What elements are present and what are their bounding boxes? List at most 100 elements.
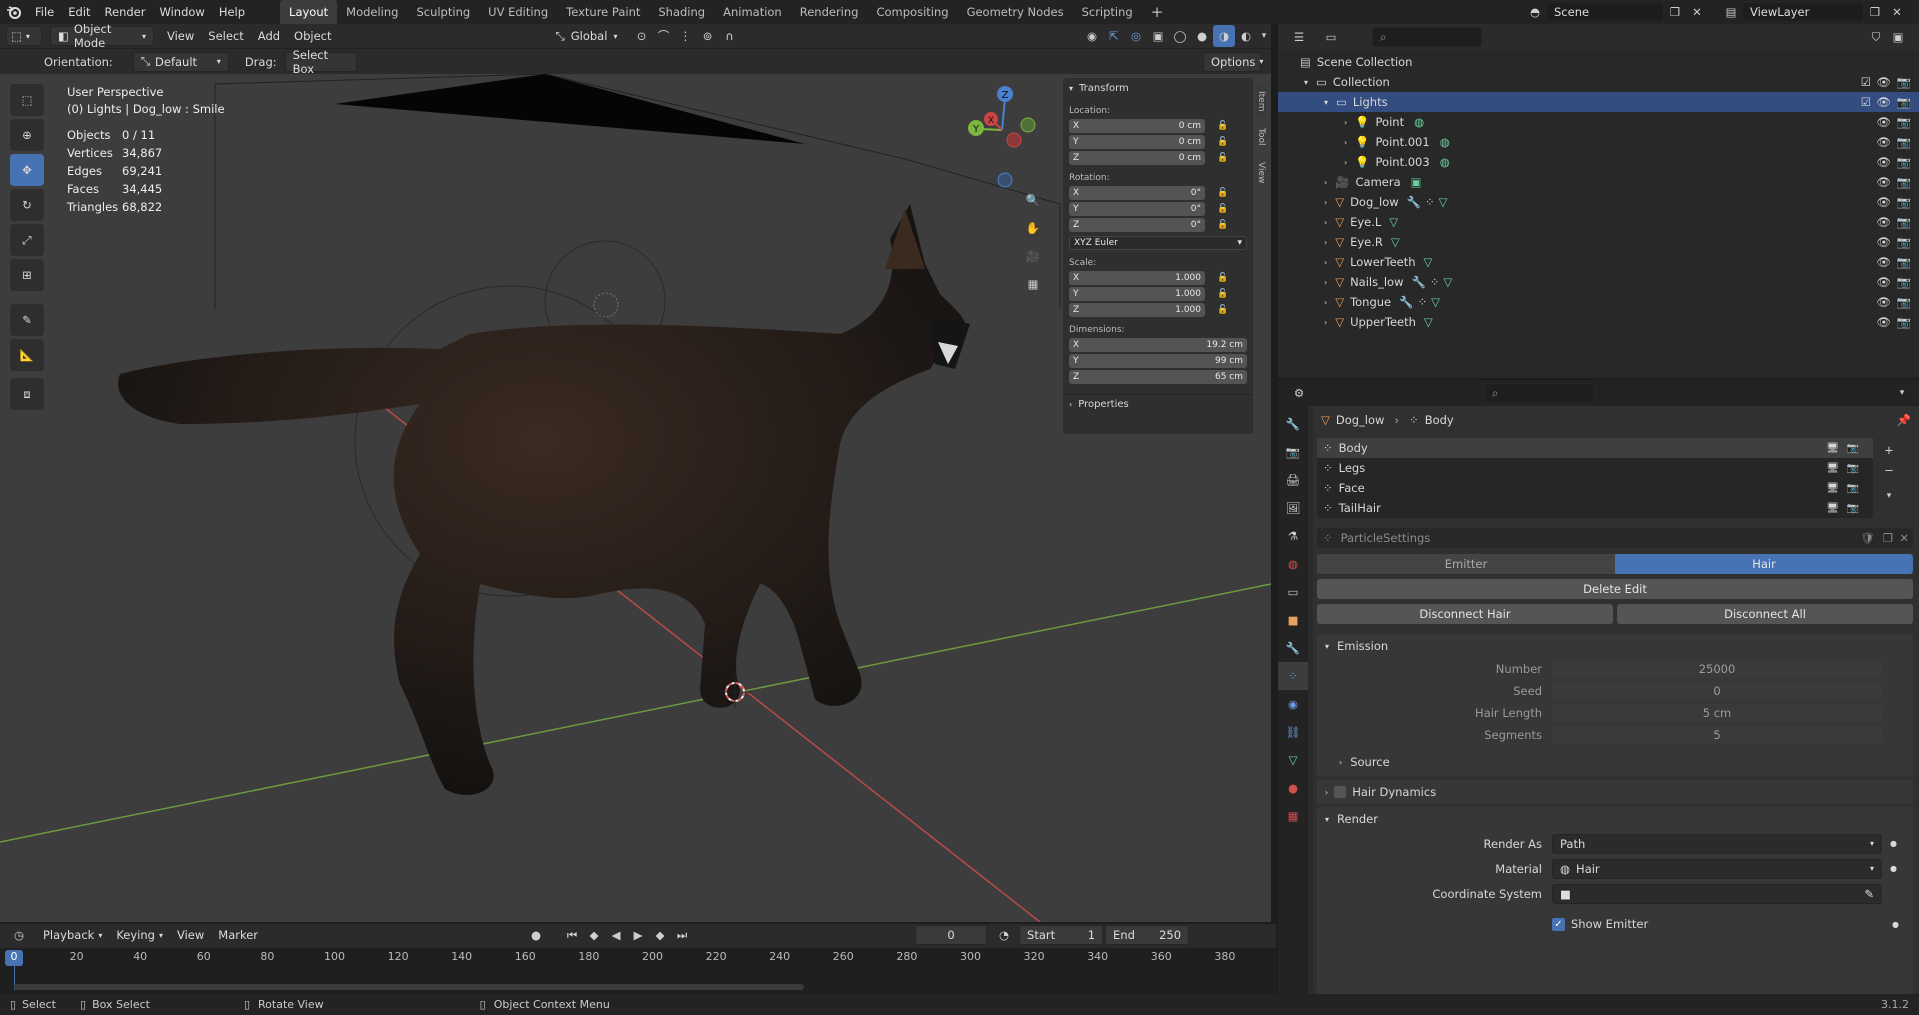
modifier-tab-icon[interactable]: 🔧 [1278, 634, 1308, 662]
lock-icon[interactable]: 🔓 [1217, 273, 1228, 283]
add-system-icon[interactable]: + [1879, 440, 1899, 460]
perspective-grid-icon[interactable]: ▦ [1020, 270, 1046, 298]
hair-length-field[interactable]: 5 cm [1552, 704, 1882, 722]
disconnect-hair-button[interactable]: Disconnect Hair [1317, 604, 1613, 624]
dimension-x-field[interactable]: X 19.2 cm [1069, 338, 1247, 352]
timeline-menu-playback[interactable]: Playback ▾ [36, 923, 109, 947]
tab-modeling[interactable]: Modeling [337, 0, 407, 24]
material-shading-icon[interactable]: ◑ [1213, 25, 1235, 47]
scene-tab-icon[interactable]: ⚗ [1278, 522, 1308, 550]
remove-scene-icon[interactable]: ✕ [1686, 1, 1708, 23]
camera-icon[interactable]: 📷 [1897, 315, 1911, 329]
camera-icon[interactable]: 📷 [1897, 75, 1911, 89]
list-item-body[interactable]: ⁘ Body 🖥 📷 [1317, 438, 1873, 458]
options-dropdown[interactable]: Options ▾ [1203, 51, 1263, 72]
render-display-icon[interactable]: 📷 [1847, 443, 1859, 454]
tab-rendering[interactable]: Rendering [791, 0, 868, 24]
camera-icon[interactable]: 📷 [1897, 135, 1911, 149]
gizmo-y-label[interactable]: Y [972, 124, 980, 135]
number-field[interactable]: 25000 [1552, 660, 1882, 678]
current-frame-field[interactable]: 0 [915, 925, 988, 945]
transform-orientation-dropdown[interactable]: ⤡ Global ▾ [549, 26, 625, 46]
eye-icon[interactable]: 👁 [1876, 155, 1891, 169]
lock-icon[interactable]: 🔓 [1217, 121, 1228, 131]
timeline-menu-keying[interactable]: Keying ▾ [109, 923, 170, 947]
transform-panel-header[interactable]: ▾ Transform [1063, 78, 1253, 98]
outliner-row-camera[interactable]: › 🎥 Camera ▣ 👁 📷 [1278, 172, 1919, 192]
render-tab-icon[interactable]: 📷 [1278, 438, 1308, 466]
new-collection-icon[interactable]: ▣ [1887, 26, 1909, 48]
shading-options-icon[interactable]: ▾ [1257, 25, 1271, 47]
move-tool-icon[interactable]: ✥ [10, 154, 44, 186]
3d-viewport[interactable]: ⬚ ▾ ◧ Object Mode ▾ View Select Add Object … [0, 24, 1271, 922]
properties-panel-header[interactable]: › Properties [1063, 394, 1253, 414]
location-x-field[interactable]: X 0 cm [1069, 119, 1205, 133]
render-header[interactable]: ▾ Render [1317, 807, 1913, 831]
eye-icon[interactable]: 👁 [1876, 235, 1891, 249]
navigation-gizmo[interactable]: Z Y X [962, 82, 1042, 192]
disconnect-all-button[interactable]: Disconnect All [1617, 604, 1913, 624]
scene-collection-row[interactable]: ▤ Scene Collection [1278, 52, 1919, 72]
eye-icon[interactable]: 👁 [1876, 95, 1891, 109]
play-reverse-icon[interactable]: ◀ [605, 924, 627, 946]
rotate-tool-icon[interactable]: ↻ [10, 189, 44, 221]
play-icon[interactable]: ▶ [627, 924, 649, 946]
object-tab-icon[interactable]: ■ [1278, 606, 1308, 634]
viewport-menu-add[interactable]: Add [251, 24, 287, 48]
tab-scripting[interactable]: Scripting [1073, 0, 1142, 24]
filter-icon[interactable]: ⛉ [1865, 26, 1887, 48]
emitter-button[interactable]: Emitter [1317, 554, 1615, 574]
delete-edit-button[interactable]: Delete Edit [1317, 579, 1913, 599]
timeline-menu-view[interactable]: View [170, 923, 211, 947]
viewlayer-selector[interactable]: ▤ ViewLayer ❐ ✕ [1720, 2, 1908, 22]
rotation-mode-dropdown[interactable]: XYZ Euler ▾ [1069, 236, 1247, 250]
measure-tool-icon[interactable]: 📐 [10, 339, 44, 371]
lock-icon[interactable]: 🔓 [1217, 137, 1228, 147]
eye-icon[interactable]: 👁 [1876, 75, 1891, 89]
render-display-icon[interactable]: 📷 [1847, 503, 1859, 514]
tab-uv-editing[interactable]: UV Editing [479, 0, 557, 24]
camera-icon[interactable]: 📷 [1897, 175, 1911, 189]
camera-icon[interactable]: 📷 [1897, 115, 1911, 129]
next-keyframe-icon[interactable]: ◆ [649, 924, 671, 946]
scale-x-field[interactable]: X 1.000 [1069, 271, 1205, 285]
tab-layout[interactable]: Layout [280, 0, 338, 24]
lock-icon[interactable]: 🔓 [1217, 305, 1228, 315]
render-display-icon[interactable]: 📷 [1847, 463, 1859, 474]
collection-tab-icon[interactable]: ▭ [1278, 578, 1308, 606]
camera-icon[interactable]: 📷 [1897, 195, 1911, 209]
record-icon[interactable]: ● [525, 924, 547, 946]
timeline-scrubber[interactable]: 0 20 40 60 80 100 120 140 160 180 200 220 240 260 280 3… [0, 948, 1276, 994]
hair-dynamics-header[interactable]: › Hair Dynamics [1317, 780, 1913, 804]
outliner-row-nails-low[interactable]: › ▽ Nails_low 🔧 ⁘ ▽ 👁 📷 [1278, 272, 1919, 292]
show-emitter-checkbox[interactable]: ✓ [1552, 917, 1565, 931]
tab-animation[interactable]: Animation [714, 0, 791, 24]
eye-icon[interactable]: 👁 [1876, 315, 1891, 329]
unlink-icon[interactable]: ✕ [1899, 531, 1909, 545]
tab-shading[interactable]: Shading [649, 0, 714, 24]
playhead[interactable]: 0 [5, 950, 23, 966]
start-frame-field[interactable]: Start 1 [1019, 925, 1104, 945]
output-tab-icon[interactable]: 🖨 [1278, 466, 1308, 494]
checkbox-icon[interactable]: ☑ [1861, 75, 1871, 89]
eye-icon[interactable]: 👁 [1876, 135, 1891, 149]
list-item-tailhair[interactable]: ⁘ TailHair 🖥 📷 [1317, 498, 1873, 518]
tab-sculpting[interactable]: Sculpting [407, 0, 479, 24]
outliner-row-point[interactable]: › 💡 Point ◍ 👁 📷 [1278, 112, 1919, 132]
viewport-display-icon[interactable]: 🖥 [1826, 463, 1839, 474]
viewport-display-icon[interactable]: 🖥 [1826, 503, 1839, 514]
gizmo-x-label[interactable]: X [988, 116, 994, 126]
menu-help[interactable]: Help [212, 0, 252, 24]
display-mode-icon[interactable]: ▭ [1320, 26, 1342, 48]
camera-icon[interactable]: 📷 [1897, 255, 1911, 269]
viewport-menu-view[interactable]: View [160, 24, 201, 48]
frame-ruler[interactable]: 0 20 40 60 80 100 120 140 160 180 200 220 240 260 280 3… [0, 950, 1276, 966]
location-y-field[interactable]: Y 0 cm [1069, 135, 1205, 149]
outliner-row-dog-low[interactable]: › ▽ Dog_low 🔧 ⁘ ▽ 👁 📷 [1278, 192, 1919, 212]
new-viewlayer-icon[interactable]: ❐ [1864, 1, 1886, 23]
lock-icon[interactable]: 🔓 [1217, 220, 1228, 230]
render-display-icon[interactable]: 📷 [1847, 483, 1859, 494]
list-menu-icon[interactable]: ▾ [1879, 486, 1899, 506]
coordinate-system-field[interactable]: ■ ✎ [1552, 883, 1882, 904]
falloff-icon[interactable]: ∩ [719, 25, 741, 47]
